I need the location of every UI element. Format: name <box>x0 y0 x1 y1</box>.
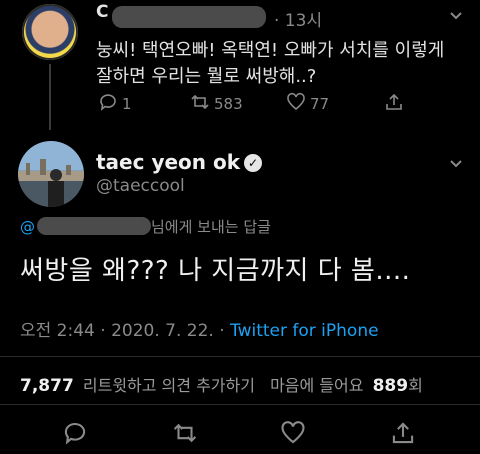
tweet-text-line: 눙씨! 택연오빠! 옥택연! 오빠가 서치를 이렇게 <box>96 40 445 61</box>
retweet-button[interactable]: 583 <box>190 92 243 116</box>
retweet-count: 583 <box>214 95 243 113</box>
verified-icon: ✓ <box>244 154 263 172</box>
avatar[interactable] <box>18 141 84 207</box>
likes-suffix: 회 <box>408 376 423 395</box>
retweets-label[interactable]: 리트윗하고 의견 추가하기 <box>83 376 255 395</box>
reply-icon[interactable] <box>62 420 90 448</box>
reply-button[interactable]: 1 <box>98 92 132 116</box>
display-name[interactable]: taec yeon ok ✓ <box>96 150 263 174</box>
tweet-stats: 7,877 리트윗하고 의견 추가하기 마음에 들어요 889회 <box>20 372 423 396</box>
redacted-author-name <box>112 6 266 28</box>
likes-label[interactable]: 마음에 들어요 <box>270 376 363 395</box>
retweet-icon <box>190 92 210 116</box>
redacted-username <box>37 217 151 235</box>
author-initial[interactable]: C <box>96 2 108 22</box>
replying-at[interactable]: @ <box>20 218 35 236</box>
share-button[interactable] <box>384 92 404 116</box>
tweet-timestamp: 오전 2:44 · 2020. 7. 22. · Twitter for iPh… <box>20 316 379 341</box>
share-icon[interactable] <box>390 420 418 448</box>
like-icon[interactable] <box>280 420 308 448</box>
thread-connector <box>49 64 51 130</box>
likes-count[interactable]: 889 <box>373 376 409 396</box>
user-handle[interactable]: @taeccool <box>96 176 185 196</box>
like-icon <box>286 92 306 116</box>
share-icon <box>384 92 404 116</box>
avatar[interactable] <box>22 4 78 60</box>
retweet-icon[interactable] <box>172 420 200 448</box>
reply-count: 1 <box>122 95 132 113</box>
tweet-time: · 13시 <box>274 11 323 31</box>
chevron-down-icon[interactable] <box>446 154 466 174</box>
divider <box>0 404 480 405</box>
timestamp-text: 오전 2:44 · 2020. 7. 22. · <box>20 321 231 341</box>
display-name-text: taec yeon ok <box>96 150 241 174</box>
replying-suffix: 님에게 보내는 답글 <box>151 218 271 236</box>
retweets-count[interactable]: 7,877 <box>20 376 74 396</box>
like-count: 77 <box>310 95 330 113</box>
tweet-text: 써방을 왜??? 나 지금까지 다 봄.... <box>20 256 411 286</box>
replying-to: @ 님에게 보내는 답글 <box>20 216 271 237</box>
like-button[interactable]: 77 <box>286 92 329 116</box>
tweet-source-link[interactable]: Twitter for iPhone <box>230 321 379 341</box>
tweet-text: 눙씨! 택연오빠! 옥택연! 오빠가 서치를 이렇게 잘하면 우리는 뭘로 써방… <box>96 38 476 90</box>
chevron-down-icon[interactable] <box>446 6 466 26</box>
reply-icon <box>98 92 118 116</box>
divider <box>0 356 480 357</box>
tweet-text-line: 잘하면 우리는 뭘로 써방해..? <box>96 66 317 87</box>
